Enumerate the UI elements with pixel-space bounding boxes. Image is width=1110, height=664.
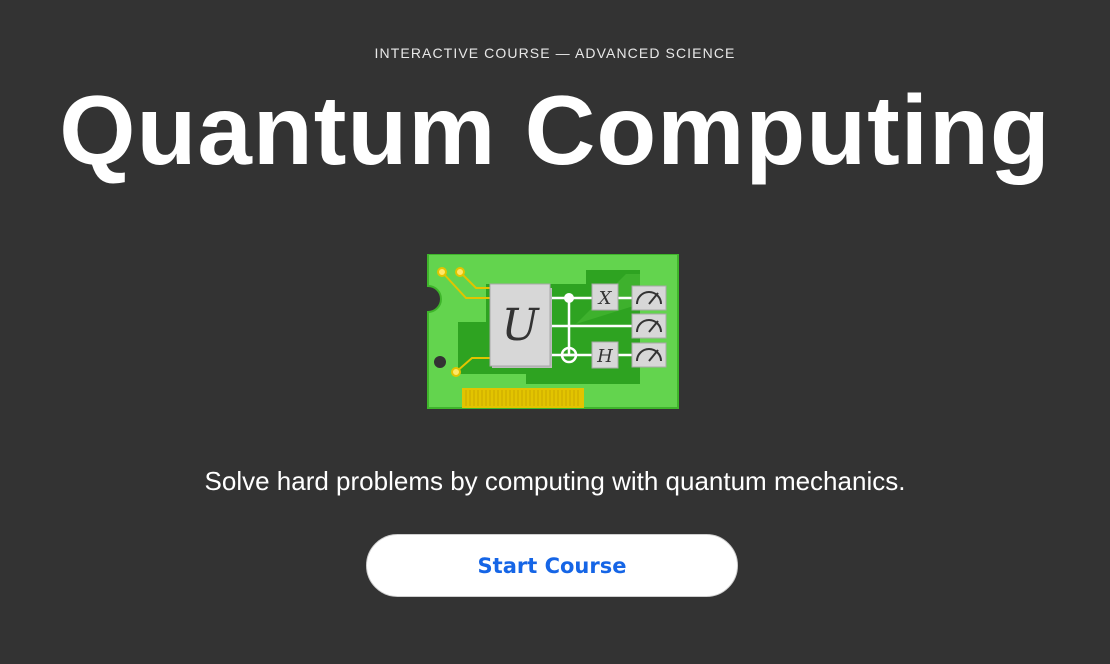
x-gate-label: X <box>597 288 613 309</box>
unitary-gate-label: U <box>501 300 540 351</box>
start-course-button[interactable]: Start Course <box>366 534 738 597</box>
h-gate-label: H <box>596 346 613 367</box>
quantum-circuit-chip-icon: U X H <box>426 254 680 410</box>
course-landing: INTERACTIVE COURSE — ADVANCED SCIENCE Qu… <box>0 0 1110 664</box>
course-category-label: INTERACTIVE COURSE — ADVANCED SCIENCE <box>374 45 736 61</box>
start-course-label: Start Course <box>477 553 627 578</box>
course-title: Quantum Computing <box>59 75 1051 185</box>
course-tagline: Solve hard problems by computing with qu… <box>204 466 906 496</box>
